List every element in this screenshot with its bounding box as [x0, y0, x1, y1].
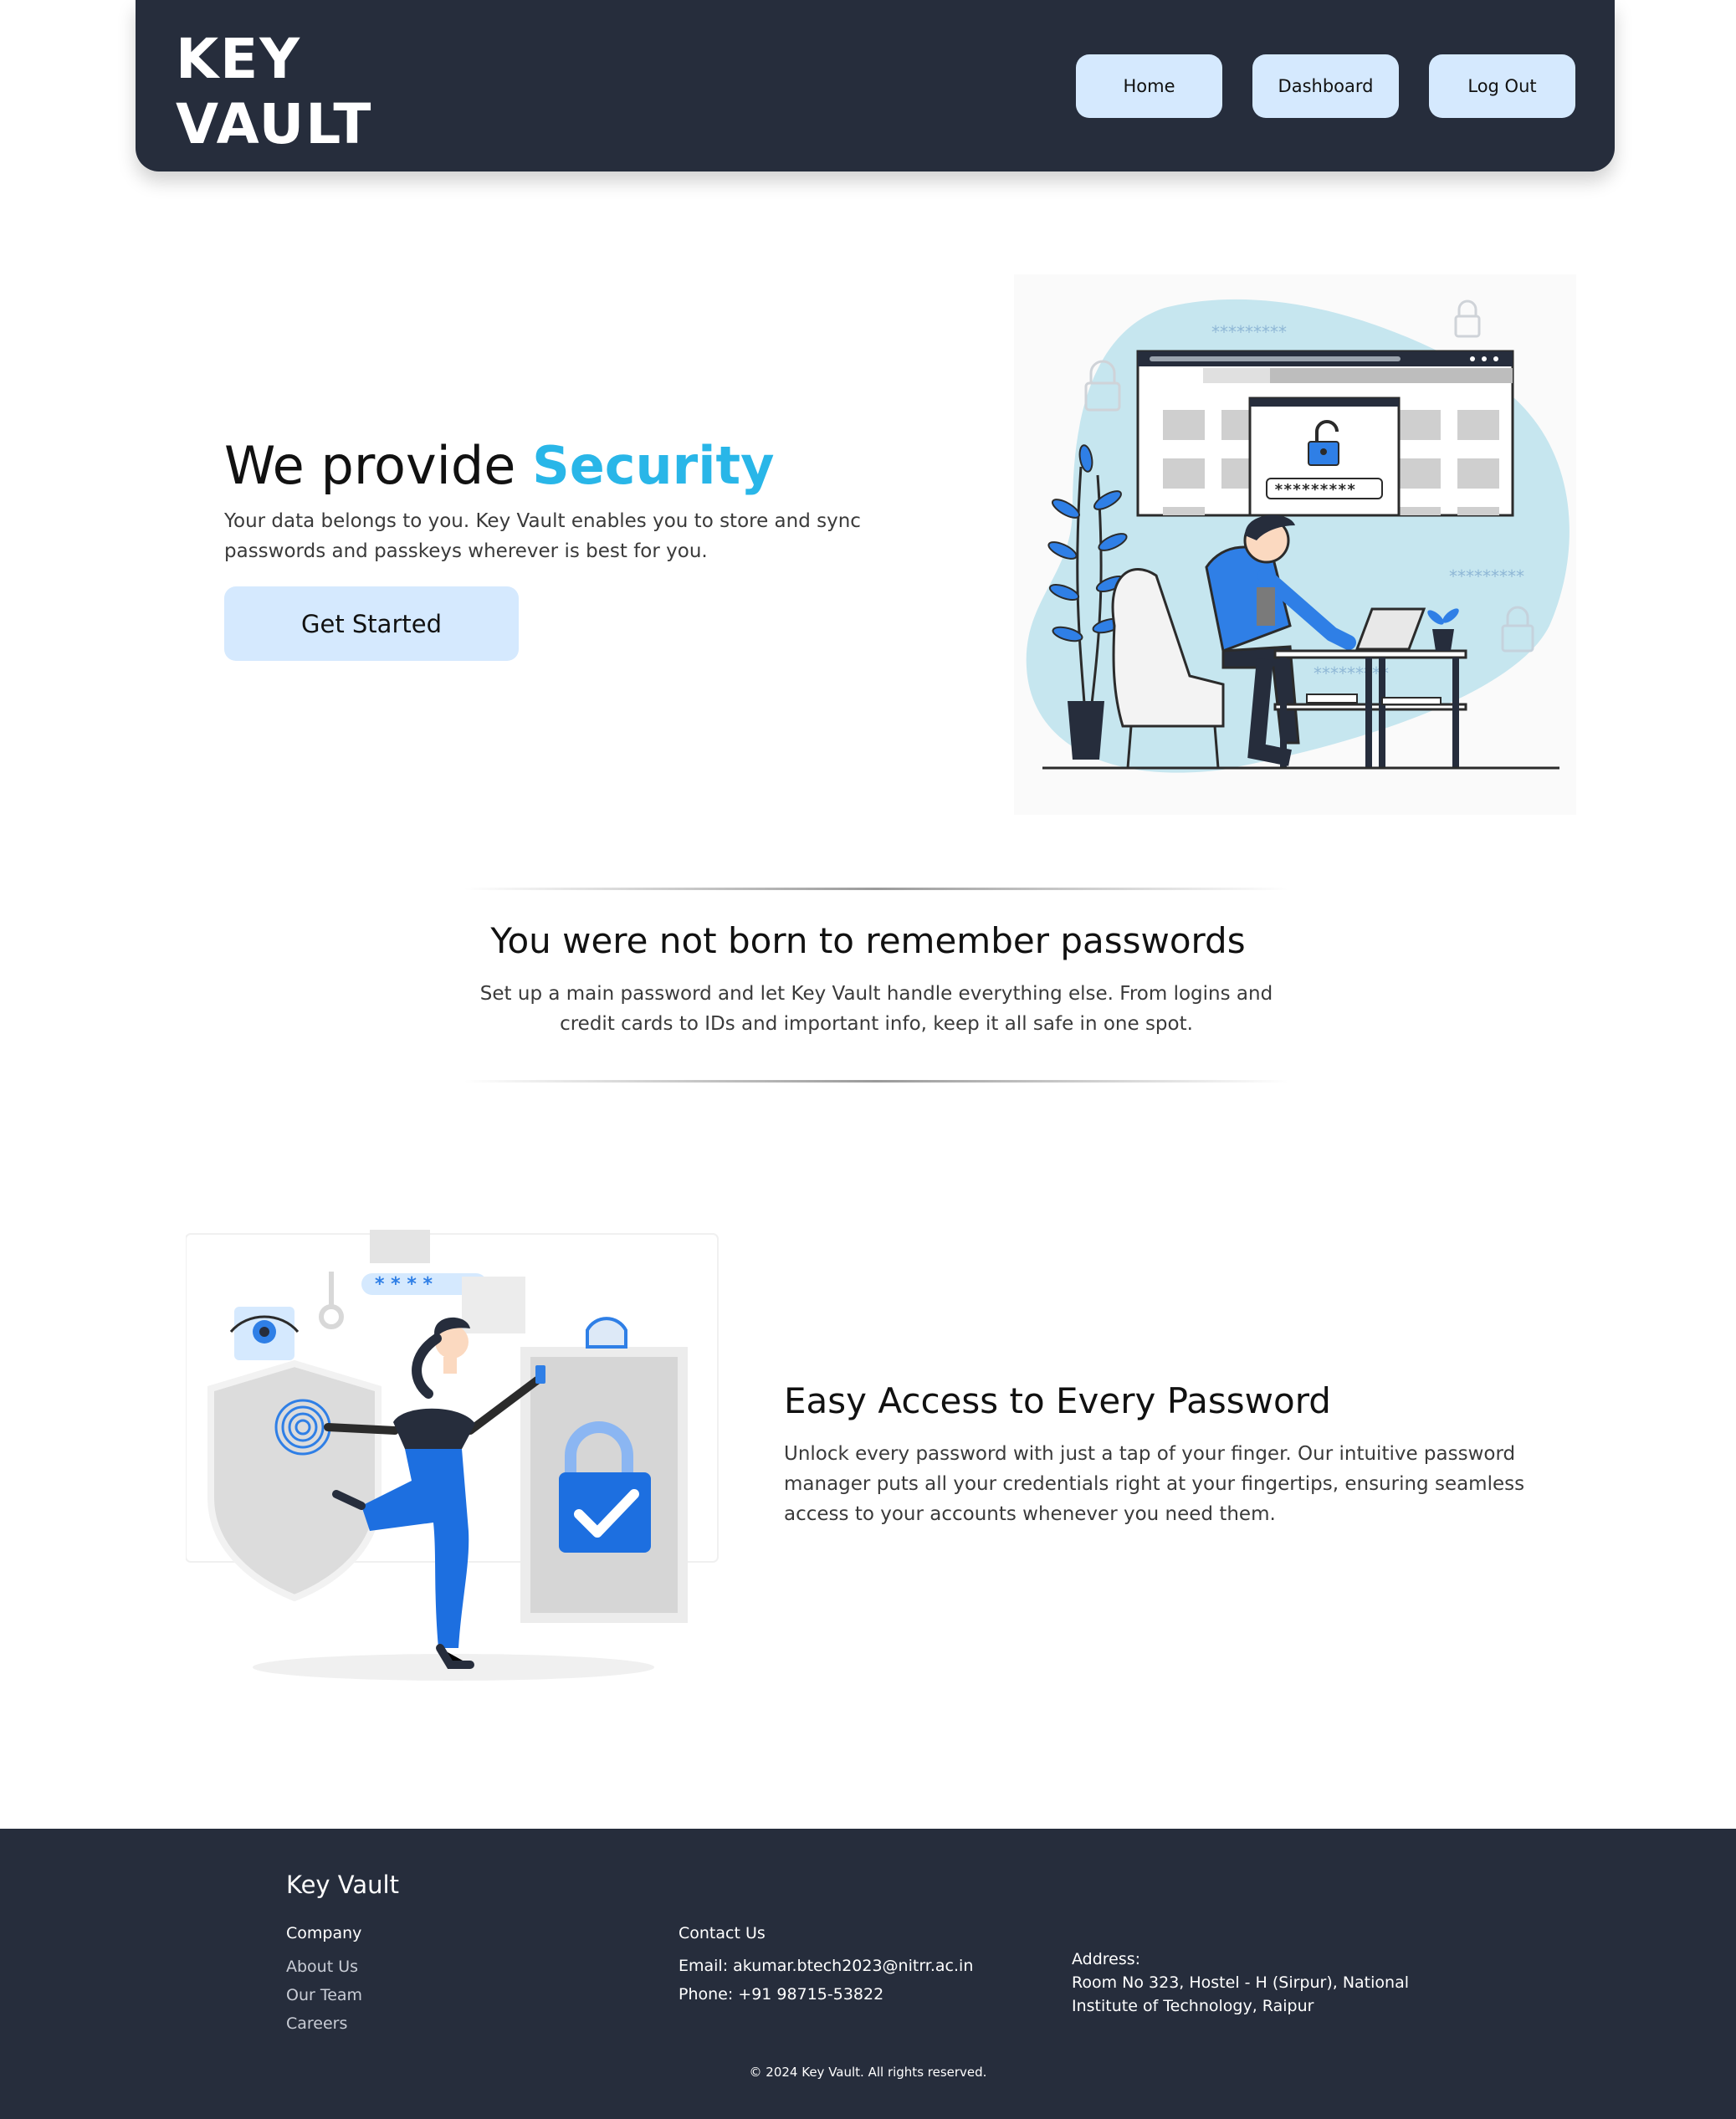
- hero-illustration: ********* ********* ********* *********: [1014, 274, 1576, 815]
- footer-email[interactable]: Email: akumar.btech2023@nitrr.ac.in: [679, 1954, 973, 1978]
- nav-home-button[interactable]: Home: [1076, 54, 1222, 118]
- folder-icon: [370, 1230, 430, 1263]
- footer-contact-heading: Contact Us: [679, 1924, 766, 1942]
- logo[interactable]: KEY VAULT: [176, 27, 372, 157]
- footer-brand: Key Vault: [286, 1871, 399, 1899]
- hero-title-prefix: We provide: [224, 435, 516, 496]
- stars-top: *********: [1211, 322, 1287, 342]
- nav-logout-button[interactable]: Log Out: [1429, 54, 1575, 118]
- password-mask: *********: [1274, 481, 1356, 499]
- stars-right: *********: [1449, 566, 1524, 586]
- footer-address-line2: Institute of Technology, Raipur: [1072, 1997, 1314, 2015]
- logo-line-2: VAULT: [176, 92, 373, 156]
- divider-top: [464, 888, 1288, 890]
- divider-bottom: [464, 1080, 1288, 1083]
- footer-link-about-us[interactable]: About Us: [286, 1958, 358, 1976]
- stars-desk: *********: [1314, 663, 1389, 683]
- security-workspace-illustration: ********* ********* ********* *********: [1026, 299, 1570, 773]
- padlock-outline-top: [1454, 299, 1481, 338]
- site-footer: Key Vault Company About Us Our Team Care…: [0, 1829, 1736, 2119]
- nav-dashboard-button[interactable]: Dashboard: [1252, 54, 1399, 118]
- hero-title: We provide Security: [224, 435, 775, 496]
- access-illustration: * * * *: [185, 1230, 719, 1681]
- site-header: KEY VAULT Home Dashboard Log Out: [136, 0, 1615, 171]
- get-started-button[interactable]: Get Started: [224, 586, 519, 661]
- footer-company-heading: Company: [286, 1924, 362, 1942]
- footer-copyright: © 2024 Key Vault. All rights reserved.: [749, 2065, 987, 2080]
- footer-link-our-team[interactable]: Our Team: [286, 1986, 362, 2004]
- eye-icon: [229, 1307, 300, 1360]
- feature-subtitle: Unlock every password with just a tap of…: [784, 1443, 1525, 1525]
- logo-line-1: KEY: [176, 27, 302, 91]
- footer-address-line1: Room No 323, Hostel - H (Sirpur), Nation…: [1072, 1973, 1409, 1992]
- feature-title: Easy Access to Every Password: [784, 1380, 1331, 1421]
- feature-illustration: * * * *: [185, 1230, 730, 1686]
- footer-phone[interactable]: Phone: +91 98715-53822: [679, 1983, 883, 2006]
- contact-card-icon: [462, 1277, 525, 1333]
- hero-title-accent: Security: [532, 435, 775, 496]
- password-stars: * * * *: [375, 1274, 433, 1295]
- section-title: You were not born to remember passwords: [490, 920, 1246, 961]
- footer-address-label: Address:: [1072, 1950, 1141, 1968]
- shield-icon: [207, 1359, 382, 1602]
- footer-link-careers[interactable]: Careers: [286, 2014, 347, 2033]
- lock-panel: [520, 1317, 688, 1623]
- hero-subtitle: Your data belongs to you. Key Vault enab…: [224, 510, 861, 562]
- section-subtitle: Set up a main password and let Key Vault…: [479, 983, 1273, 1035]
